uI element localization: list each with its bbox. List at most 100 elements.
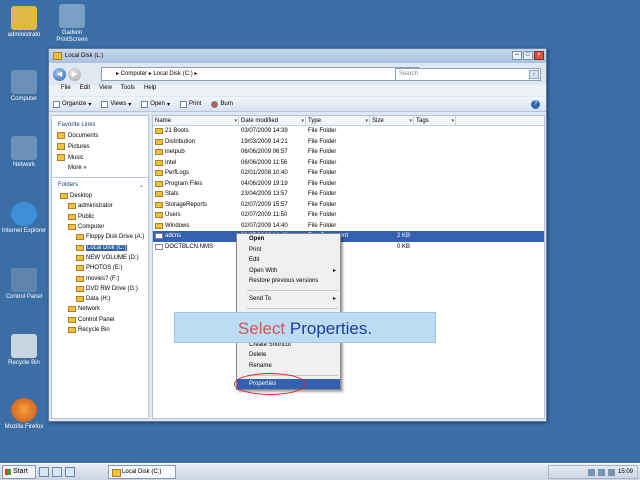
context-menu-item[interactable]: Rename	[237, 361, 340, 372]
tree-item[interactable]: Desktop	[52, 191, 148, 201]
organize-button[interactable]: Organize ▾	[53, 100, 91, 108]
tree-item[interactable]: Floppy Disk Drive (A:)	[52, 232, 148, 242]
address-field[interactable]: ▸ Computer ▸ Local Disk (C:) ▸	[101, 67, 419, 81]
tree-item[interactable]: NEW VOLUME (D:)	[52, 253, 148, 263]
back-button[interactable]: ◀	[53, 67, 66, 81]
tray-icon[interactable]	[587, 468, 595, 476]
column-date-modified[interactable]: Date modified	[239, 116, 306, 126]
column-tags[interactable]: Tags	[414, 116, 456, 126]
file-row[interactable]: Windows 02/07/2009 14:40 File Folder	[153, 221, 544, 232]
tree-item[interactable]: Recycle Bin	[52, 325, 148, 335]
search-icon[interactable]: ⌕	[529, 70, 539, 79]
file-row[interactable]: StorageReports 02/07/2009 15:57 File Folde…	[153, 200, 544, 211]
file-row[interactable]: 21 Boots 03/07/2009 14:39 File Folder	[153, 126, 544, 137]
file-name: PerfLogs	[165, 170, 190, 176]
highlight-ring	[234, 373, 306, 395]
maximize-button[interactable]: □	[523, 51, 533, 60]
switch-windows-icon[interactable]	[52, 467, 62, 477]
tree-item[interactable]: DVD RW Drive (G:)	[52, 284, 148, 294]
file-row[interactable]: PerfLogs 02/01/2008 10:40 File Folder	[153, 168, 544, 179]
title-bar[interactable]: Local Disk (L:)	[49, 49, 546, 63]
tree-item[interactable]: Control Panel	[52, 315, 148, 325]
file-row[interactable]: Distribution 19/03/2009 14:21 File Folder	[153, 137, 544, 148]
tree-item[interactable]: Network	[52, 304, 148, 314]
file-date: 06/06/2009 11:56	[241, 159, 288, 166]
search-input[interactable]: Search ⌕	[395, 68, 541, 81]
desktop-icon-recycle-bin[interactable]: Recycle Bin	[0, 334, 48, 367]
folder-icon	[68, 203, 76, 210]
context-menu-item[interactable]: Send To ▸	[237, 294, 340, 305]
folders-header[interactable]: Folders ⌄	[52, 177, 148, 191]
file-name-cell: adcns	[153, 231, 239, 242]
print-button[interactable]: Print	[180, 100, 201, 108]
views-button[interactable]: Views ▾	[101, 100, 131, 108]
callout-word-properties: Properties.	[289, 319, 373, 338]
file-row[interactable]: Intel 06/06/2009 11:56 File Folder	[153, 158, 544, 169]
context-menu-item[interactable]: Print	[237, 245, 340, 256]
file-row[interactable]: Users 02/07/2009 11:50 File Folder	[153, 210, 544, 221]
file-row[interactable]: Program Files 04/06/2009 19:19 File Folder	[153, 179, 544, 190]
favorite-documents[interactable]: Documents	[52, 130, 148, 141]
favorite-pictures[interactable]: Pictures	[52, 141, 148, 152]
forward-button[interactable]: ▶	[68, 67, 81, 81]
desktop-icon-control-panel[interactable]: Control Panel	[0, 268, 48, 301]
more-links[interactable]: More »	[52, 163, 148, 171]
column-size[interactable]: Size	[370, 116, 414, 126]
close-button[interactable]: ×	[534, 51, 544, 60]
file-row[interactable]: adcns03/07/2009 14:40Text Document2 KB	[153, 231, 544, 242]
start-button[interactable]: Start	[2, 465, 36, 479]
minimize-button[interactable]: –	[512, 51, 522, 60]
desktop-icon-administrator[interactable]: administrato	[0, 6, 48, 39]
context-menu-item[interactable]: Open	[237, 234, 340, 245]
control-panel-icon	[11, 268, 37, 292]
folder-icon	[68, 213, 76, 220]
open-button[interactable]: Open ▾	[141, 100, 170, 108]
tree-item[interactable]: administrator	[52, 201, 148, 211]
tree-item[interactable]: PHOTOS (E:)	[52, 263, 148, 273]
help-icon[interactable]: ?	[531, 100, 540, 109]
show-desktop-icon[interactable]	[39, 467, 49, 477]
internet-explorer-icon[interactable]	[65, 467, 75, 477]
menu-help[interactable]: Help	[144, 85, 156, 96]
menu-file[interactable]: File	[61, 85, 71, 96]
folder-icon	[155, 180, 163, 187]
column-name[interactable]: Name	[153, 116, 239, 126]
file-row[interactable]: DOCTBLCN.NMS 0 KB	[153, 242, 544, 253]
desktop-icon-network[interactable]: Network	[0, 136, 48, 169]
tree-item[interactable]: Computer	[52, 222, 148, 232]
desktop-icon-ie[interactable]: Internet Explorer	[0, 202, 48, 235]
file-tags	[414, 231, 456, 242]
tree-item[interactable]: movies? (F:)	[52, 273, 148, 283]
column-type[interactable]: Type	[306, 116, 370, 126]
desktop-icon-firefox[interactable]: Mozilla Firefox	[0, 398, 48, 431]
tree-item[interactable]: Public	[52, 212, 148, 222]
tree-item[interactable]: Local Disk (C:)	[52, 242, 148, 252]
folder-icon	[68, 327, 76, 333]
tree-item[interactable]: Data (H:)	[52, 294, 148, 304]
context-menu-item[interactable]: Open With ▸	[237, 266, 340, 277]
favorite-music[interactable]: Music	[52, 152, 148, 163]
address-bar-row: ◀ ▶ ▸ Computer ▸ Local Disk (C:) ▸ ➜ ⟳ S…	[49, 63, 546, 85]
file-row[interactable]: Stats 23/04/2009 13:57 File Folder	[153, 189, 544, 200]
tree-item-label: Recycle Bin	[78, 327, 110, 333]
menu-item-label: Rename	[249, 362, 272, 369]
desktop-icon-gadwin[interactable]: Gadwin PrintScreen	[48, 4, 96, 44]
music-icon	[57, 154, 65, 161]
taskbar-window-button[interactable]: Local Disk (C:)	[108, 465, 176, 479]
file-size	[370, 137, 414, 148]
open-label: Open	[150, 101, 165, 107]
context-menu-item[interactable]: Restore previous versions	[237, 276, 340, 287]
context-menu-item[interactable]: Delete	[237, 350, 340, 361]
clock[interactable]: 15:09	[618, 469, 633, 475]
menu-edit[interactable]: Edit	[80, 85, 90, 96]
file-row[interactable]: inetpub 06/06/2009 06:57 File Folder	[153, 147, 544, 158]
volume-icon[interactable]	[607, 468, 615, 476]
file-name: inetpub	[165, 149, 185, 155]
network-tray-icon[interactable]	[597, 468, 605, 476]
menu-tools[interactable]: Tools	[121, 85, 135, 96]
menu-view[interactable]: View	[99, 85, 112, 96]
context-menu-item[interactable]: Edit	[237, 255, 340, 266]
burn-button[interactable]: Burn	[211, 100, 233, 108]
desktop-icon-computer[interactable]: Computer	[0, 70, 48, 103]
folder-icon	[155, 191, 163, 198]
